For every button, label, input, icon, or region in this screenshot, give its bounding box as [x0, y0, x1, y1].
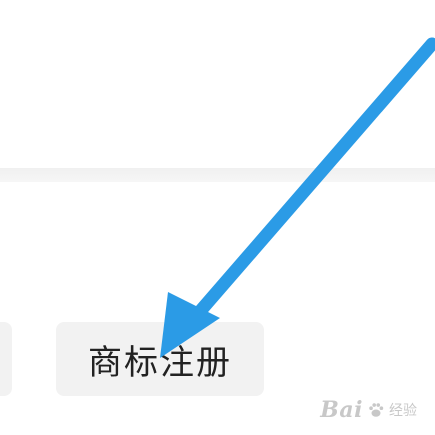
trademark-registration-button[interactable]: 商标注册: [56, 322, 264, 396]
trademark-registration-label: 商标注册: [88, 342, 232, 383]
section-divider: [0, 168, 435, 182]
screenshot-stage: 商标注册 Bai 经验: [0, 0, 435, 435]
watermark-brand: Bai: [320, 397, 363, 423]
menu-item-partial-left[interactable]: [0, 322, 12, 396]
watermark-sub: 经验: [389, 403, 417, 419]
top-panel: [0, 0, 435, 168]
watermark: Bai 经验: [320, 397, 417, 423]
baidu-paw-icon: [369, 403, 384, 417]
